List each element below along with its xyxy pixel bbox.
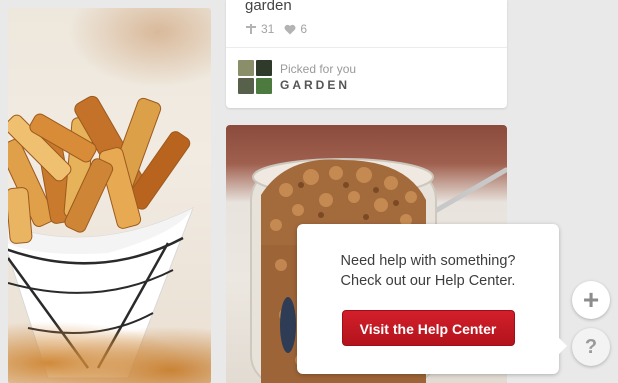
picked-text: Picked for you GARDEN: [280, 61, 356, 93]
board-thumbnails: [238, 60, 272, 94]
heart-icon: [284, 24, 296, 34]
repin-count-value: 31: [261, 22, 275, 36]
pin-description: garden: [245, 0, 292, 14]
help-line-2: Check out our Help Center.: [340, 273, 516, 289]
board-name[interactable]: GARDEN: [280, 77, 356, 93]
popover-arrow: [558, 337, 567, 355]
board-thumb: [256, 78, 272, 94]
board-thumb: [238, 60, 254, 76]
plus-icon: +: [582, 284, 600, 315]
like-count: 6: [284, 22, 307, 36]
like-count-value: 6: [300, 22, 308, 36]
repin-count: 31: [245, 22, 274, 36]
add-pin-button[interactable]: +: [572, 281, 610, 319]
picked-for-you[interactable]: Picked for you GARDEN: [238, 60, 356, 94]
pin-icon: [246, 24, 256, 34]
help-popover: Need help with something? Check out our …: [297, 224, 567, 374]
picked-label: Picked for you: [280, 62, 357, 76]
board-thumb: [256, 60, 272, 76]
pin-card[interactable]: garden 31 6 Picked for you GARDEN: [226, 0, 507, 108]
question-icon: ?: [584, 335, 598, 358]
pin-image-fries[interactable]: [8, 8, 211, 383]
fries-bottom: [8, 314, 211, 383]
card-divider: [226, 47, 507, 48]
help-message: Need help with something? Check out our …: [297, 251, 559, 291]
help-line-1: Need help with something?: [340, 253, 516, 269]
board-thumb: [238, 78, 254, 94]
pin-stats: 31 6: [245, 22, 307, 36]
help-button[interactable]: ?: [572, 328, 610, 366]
visit-help-center-button[interactable]: Visit the Help Center: [341, 310, 515, 346]
